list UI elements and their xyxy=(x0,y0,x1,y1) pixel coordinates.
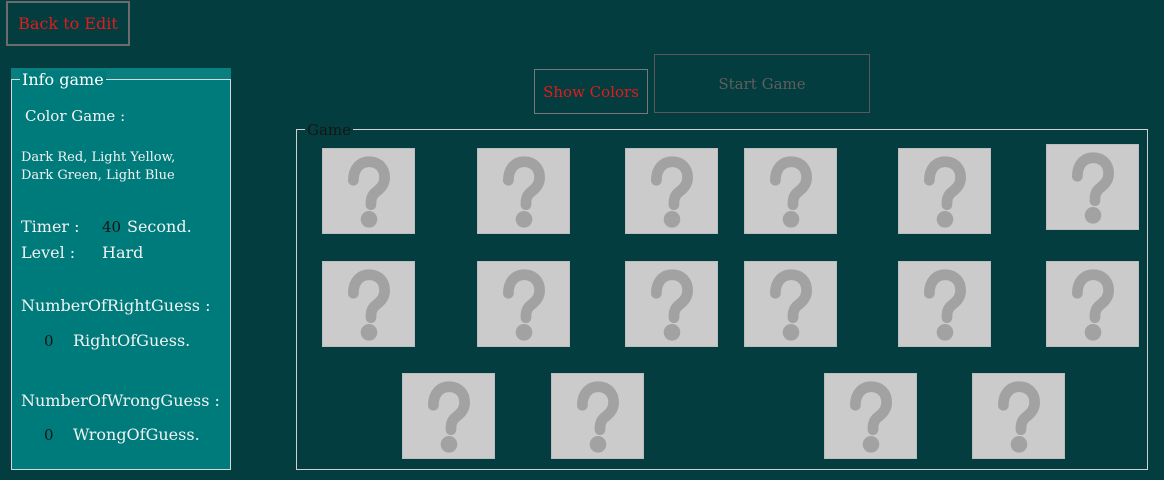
memory-card[interactable] xyxy=(322,261,415,347)
memory-card[interactable] xyxy=(625,148,718,234)
back-to-edit-button[interactable]: Back to Edit xyxy=(6,1,130,46)
info-panel-legend: Info game xyxy=(20,70,106,89)
wrong-guess-value: 0 xyxy=(44,426,54,444)
memory-card[interactable] xyxy=(824,373,917,459)
memory-card[interactable] xyxy=(477,148,570,234)
memory-card[interactable] xyxy=(744,261,837,347)
memory-card[interactable] xyxy=(1046,144,1139,230)
memory-card[interactable] xyxy=(322,148,415,234)
memory-card[interactable] xyxy=(898,261,991,347)
memory-card[interactable] xyxy=(625,261,718,347)
right-guess-unit: RightOfGuess. xyxy=(73,331,191,350)
timer-unit: Second. xyxy=(127,217,192,236)
memory-card[interactable] xyxy=(972,373,1065,459)
memory-card[interactable] xyxy=(744,148,837,234)
timer-value: 40 xyxy=(102,218,122,236)
memory-card[interactable] xyxy=(402,373,495,459)
right-guess-label: NumberOfRightGuess : xyxy=(21,296,211,315)
show-colors-button[interactable]: Show Colors xyxy=(534,69,648,114)
color-game-label: Color Game : xyxy=(25,107,126,125)
game-board-legend: Game xyxy=(305,121,354,139)
info-panel: Info game Color Game : Dark Red, Light Y… xyxy=(11,71,231,470)
start-game-button[interactable]: Start Game xyxy=(654,54,870,113)
memory-card[interactable] xyxy=(898,148,991,234)
colors-list-line-1: Dark Red, Light Yellow, xyxy=(21,150,176,165)
memory-card[interactable] xyxy=(477,261,570,347)
wrong-guess-unit: WrongOfGuess. xyxy=(73,425,200,444)
wrong-guess-label: NumberOfWrongGuess : xyxy=(21,391,220,410)
level-value: Hard xyxy=(102,243,144,262)
timer-label: Timer : xyxy=(21,217,80,236)
colors-list-line-2: Dark Green, Light Blue xyxy=(21,168,175,183)
level-label: Level : xyxy=(21,243,76,262)
memory-card[interactable] xyxy=(551,373,644,459)
memory-card[interactable] xyxy=(1046,261,1139,347)
right-guess-value: 0 xyxy=(44,332,54,350)
